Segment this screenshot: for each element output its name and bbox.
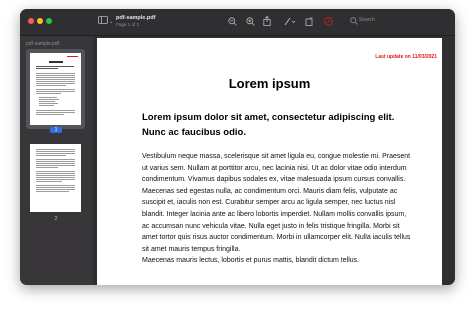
share-icon[interactable] xyxy=(263,15,271,29)
minimize-button[interactable] xyxy=(37,18,43,24)
document-body: Vestibulum neque massa, scelerisque sit … xyxy=(142,151,414,267)
page-number-2: 2 xyxy=(54,216,58,222)
page-indicator: Page 1 of 2 xyxy=(116,22,140,27)
sidebar-document-label: pdf-sample.pdf xyxy=(26,41,60,47)
document-heading: Lorem ipsum xyxy=(228,76,311,91)
title-bar: ⌄ pdf-sample.pdf Page 1 of 2 Search xyxy=(20,9,455,36)
zoom-out-icon[interactable] xyxy=(228,17,237,29)
rotate-icon[interactable] xyxy=(305,17,314,29)
body-paragraph: Maecenas mauris lectus, lobortis et puru… xyxy=(142,257,360,265)
search-field[interactable]: Search xyxy=(359,17,375,23)
thumbnail-sidebar: pdf-sample.pdf 1 2 xyxy=(20,36,93,285)
body-paragraph: Vestibulum neque massa, scelerisque sit … xyxy=(142,153,411,253)
document-title: pdf-sample.pdf xyxy=(116,15,156,21)
chevron-down-icon[interactable]: ⌄ xyxy=(109,17,113,27)
page-thumbnail-2[interactable] xyxy=(30,144,81,212)
preview-window: ⌄ pdf-sample.pdf Page 1 of 2 Search pdf-… xyxy=(20,9,455,285)
close-button[interactable] xyxy=(28,18,34,24)
last-update-text: Last update on 11/03/2021 xyxy=(375,54,437,60)
markup-icon[interactable] xyxy=(284,17,296,29)
zoom-in-icon[interactable] xyxy=(246,17,255,29)
page-thumbnail-1[interactable] xyxy=(30,53,81,125)
sidebar-toggle-icon[interactable] xyxy=(98,16,108,27)
page-number-1: 1 xyxy=(50,127,62,133)
document-subheading: Lorem ipsum dolor sit amet, consectetur … xyxy=(142,112,395,138)
pdf-page: Last update on 11/03/2021 Lorem ipsum Lo… xyxy=(97,38,442,285)
document-viewer[interactable]: Last update on 11/03/2021 Lorem ipsum Lo… xyxy=(93,36,455,285)
annotate-icon[interactable] xyxy=(324,17,333,29)
zoom-button[interactable] xyxy=(46,18,52,24)
search-icon[interactable] xyxy=(350,17,358,28)
